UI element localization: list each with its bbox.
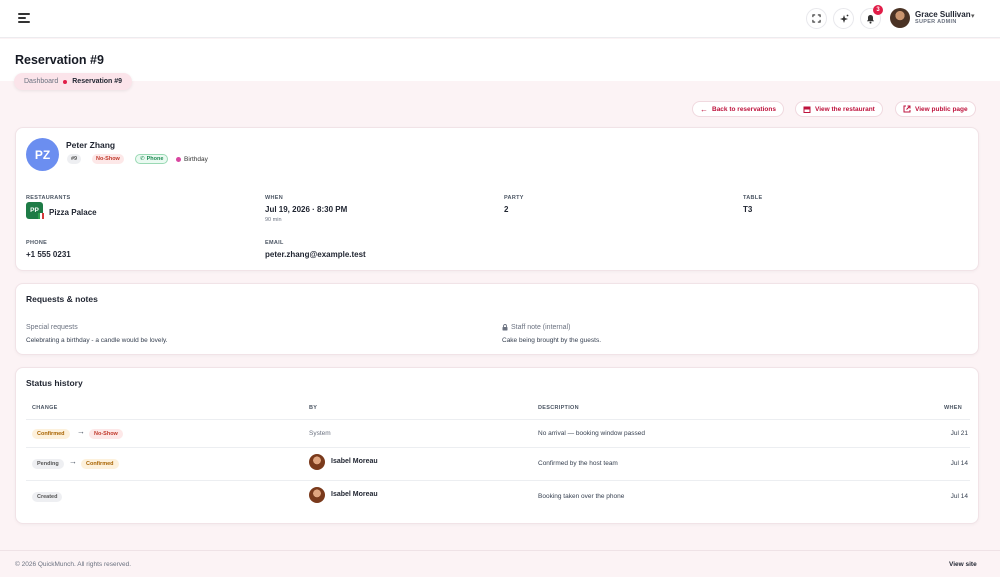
status-history-card: Status history CHANGE BY DESCRIPTION WHE… <box>15 367 979 524</box>
occasion-label: Birthday <box>184 155 208 163</box>
when-value: Jul 19, 2026 · 8:30 PM <box>265 205 348 214</box>
column-header-when: WHEN <box>943 405 962 411</box>
arrow-right-icon: → <box>69 457 77 466</box>
occasion-dot-icon <box>176 156 181 162</box>
guest-avatar: PZ <box>26 138 59 171</box>
special-requests-label: Special requests <box>26 324 78 331</box>
change-description: Confirmed by the host team <box>538 460 618 467</box>
menu-icon[interactable] <box>18 13 30 23</box>
sparkle-icon <box>839 14 848 23</box>
fullscreen-button[interactable] <box>806 8 827 29</box>
chevron-down-icon[interactable]: ▾ <box>971 12 975 20</box>
special-requests-text: Celebrating a birthday - a candle would … <box>26 337 168 344</box>
view-restaurant-label: View the restaurant <box>815 105 875 113</box>
table-divider <box>26 447 970 448</box>
ai-assistant-button[interactable] <box>833 8 854 29</box>
notifications-button[interactable]: 3 <box>860 5 883 29</box>
phone-label: PHONE <box>26 240 48 246</box>
change-date: Jul 14 <box>950 493 968 500</box>
view-public-label: View public page <box>915 105 968 113</box>
table-divider <box>26 480 970 481</box>
table-divider <box>26 419 970 420</box>
to-status-badge: No-Show <box>89 429 123 439</box>
when-label: WHEN <box>265 195 284 201</box>
bell-icon <box>866 14 875 24</box>
breadcrumb-current: Reservation #9 <box>72 78 123 85</box>
staff-note-text: Cake being brought by the guests. <box>502 337 602 344</box>
changed-by[interactable]: Isabel Moreau <box>331 491 378 498</box>
status-history-title: Status history <box>26 378 83 388</box>
from-status-badge: Confirmed <box>32 429 70 439</box>
italian-flag-icon <box>38 213 44 219</box>
change-date: Jul 14 <box>950 460 968 467</box>
user-avatar <box>309 454 325 470</box>
party-value: 2 <box>504 205 509 214</box>
staff-note-header: Staff note (internal) <box>502 324 570 331</box>
restaurant-name[interactable]: Pizza Palace <box>49 208 97 217</box>
fullscreen-icon <box>812 14 821 23</box>
changed-by[interactable]: Isabel Moreau <box>331 458 378 465</box>
status-badge: No-Show <box>92 154 124 164</box>
occasion: Birthday <box>176 154 208 164</box>
user-avatar[interactable] <box>890 8 910 28</box>
column-header-by: BY <box>309 405 318 411</box>
external-link-icon <box>903 105 911 113</box>
source-chip: ✆ Phone <box>135 154 169 164</box>
breadcrumb-dashboard[interactable]: Dashboard <box>24 78 58 85</box>
back-label: Back to reservations <box>712 105 776 113</box>
staff-note-label: Staff note (internal) <box>511 324 571 331</box>
email-label: EMAIL <box>265 240 284 246</box>
status-badge: Created <box>32 492 63 502</box>
user-role: SUPER ADMIN <box>915 19 957 25</box>
phone-icon: ✆ <box>140 156 145 162</box>
page-header <box>0 39 1000 81</box>
table-label: TABLE <box>743 195 763 201</box>
source-label: Phone <box>146 156 164 162</box>
breadcrumb: Dashboard Reservation #9 <box>14 73 133 90</box>
from-status-badge: Pending <box>32 459 64 469</box>
page-title: Reservation #9 <box>15 53 104 67</box>
change-description: Booking taken over the phone <box>538 493 625 500</box>
view-public-page-button[interactable]: View public page <box>895 101 976 117</box>
arrow-left-icon: ← <box>700 104 708 114</box>
changed-by: System <box>309 430 331 437</box>
to-status-badge: Confirmed <box>81 459 119 469</box>
view-site-link[interactable]: View site <box>949 561 977 568</box>
notification-badge: 3 <box>873 5 883 15</box>
change-date: Jul 21 <box>950 430 968 437</box>
footer: © 2026 QuickMunch. All rights reserved. … <box>0 550 1000 577</box>
change-description: No arrival — booking window passed <box>538 430 645 437</box>
column-header-description: DESCRIPTION <box>538 405 579 411</box>
column-header-change: CHANGE <box>32 405 58 411</box>
breadcrumb-separator <box>63 79 68 84</box>
requests-notes-title: Requests & notes <box>26 294 98 304</box>
footer-copyright: © 2026 QuickMunch. All rights reserved. <box>15 561 132 568</box>
email-value: peter.zhang@example.test <box>265 250 366 259</box>
view-restaurant-button[interactable]: View the restaurant <box>795 101 883 117</box>
table-value: T3 <box>743 205 753 214</box>
restaurants-label: RESTAURANTS <box>26 195 71 201</box>
reservation-details-card: PZ Peter Zhang #9 No-Show ✆ Phone Birthd… <box>15 127 979 271</box>
duration-value: 90 min <box>265 217 282 223</box>
requests-notes-card: Requests & notes Special requests Celebr… <box>15 283 979 355</box>
top-bar: 3 Grace Sullivan SUPER ADMIN ▾ <box>0 0 1000 38</box>
phone-value: +1 555 0231 <box>26 250 71 259</box>
lock-icon <box>502 324 508 331</box>
arrow-right-icon: → <box>77 427 85 436</box>
back-to-reservations-button[interactable]: ← Back to reservations <box>692 101 784 117</box>
guest-name: Peter Zhang <box>66 140 116 150</box>
user-avatar <box>309 487 325 503</box>
store-icon <box>803 106 811 113</box>
party-label: PARTY <box>504 195 524 201</box>
reservation-id-chip: #9 <box>67 154 82 164</box>
user-name[interactable]: Grace Sullivan <box>915 10 971 19</box>
